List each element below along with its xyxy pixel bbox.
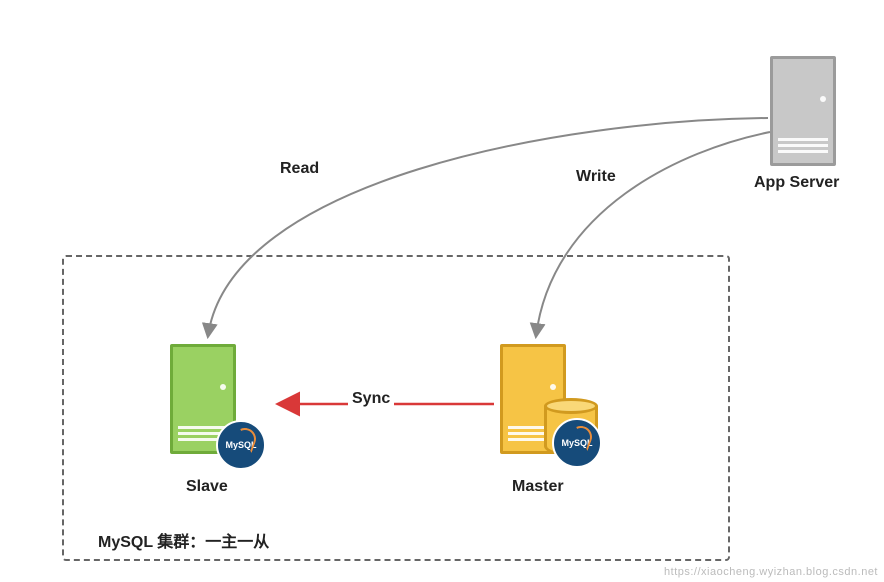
diagram-canvas: MySQL 集群：一主一从 App Server MySQL Slave MyS…	[0, 0, 884, 582]
read-edge-label: Read	[280, 160, 319, 178]
mysql-badge-text: MySQL	[225, 440, 256, 450]
mysql-badge-master: MySQL	[552, 418, 602, 468]
mysql-badge-text: MySQL	[561, 438, 592, 448]
mysql-badge-slave: MySQL	[216, 420, 266, 470]
master-label: Master	[512, 478, 564, 496]
sync-edge-label: Sync	[348, 390, 394, 408]
cluster-caption: MySQL 集群：一主一从	[98, 528, 269, 552]
app-server-node	[770, 56, 836, 166]
slave-label: Slave	[186, 478, 228, 496]
write-edge-label: Write	[576, 168, 616, 186]
cluster-group-box	[62, 255, 730, 561]
watermark-text: https://xiaocheng.wyizhan.blog.csdn.net	[664, 566, 878, 578]
app-server-label: App Server	[754, 174, 839, 192]
